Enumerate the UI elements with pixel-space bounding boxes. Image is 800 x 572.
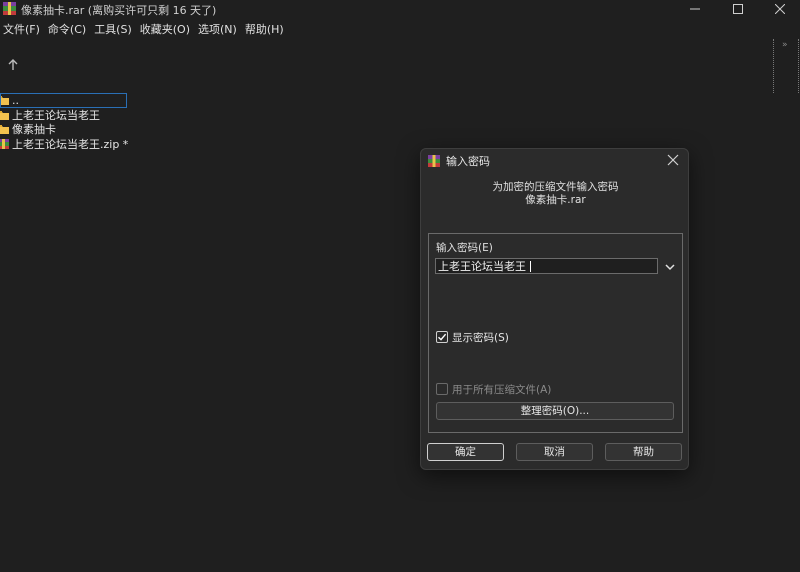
winrar-icon [0,138,9,149]
password-dialog: 输入密码 为加密的压缩文件输入密码 像素抽卡.rar 输入密码(E) 显示密码(… [420,148,689,470]
toolbar-overflow[interactable]: » [771,39,800,93]
list-item[interactable]: .. [0,93,127,108]
show-password-label[interactable]: 显示密码(S) [452,330,509,345]
folder-icon [0,110,9,120]
password-input[interactable] [435,258,658,274]
chevron-down-icon [665,264,675,271]
checkmark-icon [438,333,447,341]
menu-file[interactable]: 文件(F) [0,21,43,39]
list-item[interactable]: 像素抽卡 [0,122,127,137]
divider [798,39,799,93]
cancel-button[interactable]: 取消 [516,443,593,461]
dialog-close-button[interactable] [667,154,679,166]
menu-options[interactable]: 选项(N) [195,21,240,39]
dialog-header: 为加密的压缩文件输入密码 像素抽卡.rar [421,181,690,207]
winrar-icon [3,2,16,15]
password-history-dropdown[interactable] [663,260,677,274]
text-caret [530,261,531,272]
winrar-icon [428,155,440,167]
manage-passwords-button[interactable]: 整理密码(O)... [436,402,674,420]
password-label: 输入密码(E) [436,242,493,254]
divider [773,39,774,93]
minimize-button[interactable] [680,0,710,18]
menu-tools[interactable]: 工具(S) [91,21,135,39]
close-icon [667,154,679,166]
dialog-title: 输入密码 [446,155,490,168]
use-for-all-checkbox[interactable] [436,383,448,395]
minimize-icon [690,8,700,10]
arrow-up-icon [8,59,18,70]
folder-icon [0,125,9,135]
maximize-icon [733,4,743,14]
list-item[interactable]: 上老王论坛当老王 [0,108,127,123]
archive-name: 像素抽卡.rar [525,194,586,206]
password-group: 输入密码(E) 显示密码(S) 用于所有压缩文件(A) 整理密码(O)... [428,233,683,433]
dialog-instruction: 为加密的压缩文件输入密码 [492,181,619,193]
file-list: .. 上老王论坛当老王 像素抽卡 上老王论坛当老王.zip * [0,93,129,152]
show-password-checkbox[interactable] [436,331,448,343]
menu-bar: 文件(F) 命令(C) 工具(S) 收藏夹(O) 选项(N) 帮助(H) [0,21,289,39]
list-item[interactable]: 上老王论坛当老王.zip * [0,137,129,152]
close-icon [775,4,785,14]
menu-help[interactable]: 帮助(H) [242,21,287,39]
window-title: 像素抽卡.rar (离购买许可只剩 16 天了) [21,4,217,17]
title-bar: 像素抽卡.rar (离购买许可只剩 16 天了) [0,0,800,18]
folder-icon [0,96,9,106]
chevron-right-icon: » [782,40,788,50]
use-for-all-label[interactable]: 用于所有压缩文件(A) [452,382,551,397]
maximize-button[interactable] [723,0,753,18]
winrar-window: 像素抽卡.rar (离购买许可只剩 16 天了) 文件(F) 命令(C) 工具(… [0,0,800,572]
file-name: .. [12,93,19,107]
file-name: 上老王论坛当老王.zip * [12,137,129,151]
ok-button[interactable]: 确定 [427,443,504,461]
up-folder-button[interactable] [5,57,21,73]
menu-commands[interactable]: 命令(C) [45,21,89,39]
menu-favorites[interactable]: 收藏夹(O) [137,21,193,39]
close-window-button[interactable] [765,0,795,18]
help-button[interactable]: 帮助 [605,443,682,461]
